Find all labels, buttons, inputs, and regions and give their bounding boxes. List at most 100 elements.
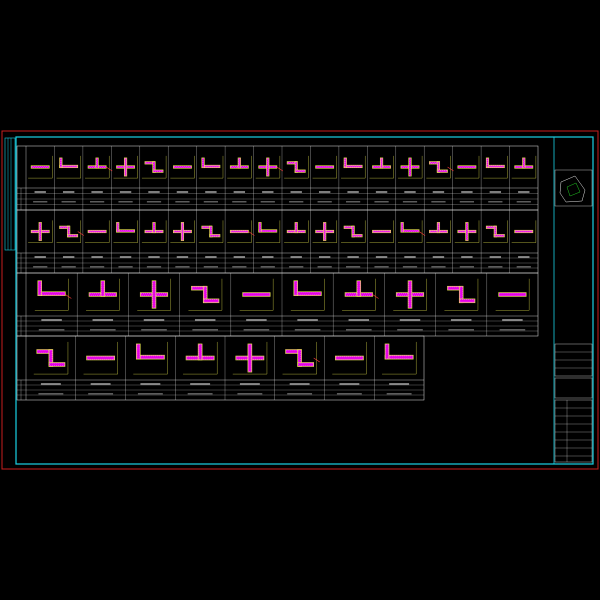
section-concrete-fill <box>152 169 164 173</box>
section-concrete-fill <box>37 280 42 296</box>
section-spec-mark <box>237 393 263 395</box>
section-concrete-fill <box>297 362 315 367</box>
section-concrete-fill <box>86 355 116 361</box>
section-label-mark <box>399 319 421 321</box>
section-spec-mark <box>459 266 474 268</box>
section-label-mark <box>461 256 473 258</box>
section-concrete-fill <box>323 222 327 241</box>
section-label-mark <box>233 256 246 258</box>
section-label-mark <box>339 383 360 385</box>
section-concrete-fill <box>379 157 384 169</box>
section-concrete-fill <box>407 280 413 309</box>
section-label-mark <box>489 256 502 258</box>
section-label-mark <box>239 383 260 385</box>
section-concrete-fill <box>67 234 79 238</box>
section-concrete-fill <box>202 298 220 304</box>
section-label-mark <box>140 383 161 385</box>
section-concrete-fill <box>384 343 390 360</box>
section-spec-mark <box>289 201 304 203</box>
section-concrete-fill <box>315 165 335 169</box>
section-concrete-fill <box>493 234 505 238</box>
section-label-mark <box>262 191 274 193</box>
section-label-mark <box>143 319 165 321</box>
section-label-mark <box>205 191 217 193</box>
section-label-mark <box>148 191 160 193</box>
section-spec-mark <box>175 266 190 268</box>
section-concrete-fill <box>498 292 527 297</box>
section-spec-mark <box>488 266 503 268</box>
section-concrete-fill <box>123 157 128 177</box>
section-spec-mark <box>187 393 213 395</box>
section-spec-mark <box>402 266 418 268</box>
section-spec-mark <box>346 329 372 331</box>
section-spec-mark <box>38 329 65 331</box>
section-label-mark <box>62 191 75 193</box>
section-label-mark <box>34 256 46 258</box>
section-concrete-fill <box>408 157 412 177</box>
section-label-mark <box>290 256 302 258</box>
section-spec-mark <box>488 201 503 203</box>
section-label-mark <box>41 319 62 321</box>
section-spec-mark <box>141 329 167 331</box>
section-label-mark <box>489 191 502 193</box>
section-concrete-fill <box>209 234 221 238</box>
section-spec-mark <box>38 393 64 395</box>
section-concrete-fill <box>100 280 106 297</box>
section-spec-mark <box>203 201 218 203</box>
section-concrete-fill <box>258 222 262 233</box>
section-concrete-fill <box>334 355 364 361</box>
section-spec-mark <box>175 201 190 203</box>
section-label-mark <box>194 319 216 321</box>
section-spec-mark <box>374 201 389 203</box>
section-spec-mark <box>192 329 218 331</box>
section-concrete-fill <box>436 169 448 173</box>
section-spec-mark <box>336 393 362 395</box>
section-concrete-fill <box>135 343 141 360</box>
section-concrete-fill <box>294 169 306 173</box>
section-label-mark <box>289 383 310 385</box>
section-label-mark <box>190 383 211 385</box>
section-label-mark <box>205 256 217 258</box>
section-spec-mark <box>118 266 133 268</box>
section-label-mark <box>62 256 75 258</box>
section-spec-mark <box>431 201 446 203</box>
section-concrete-fill <box>87 229 107 234</box>
section-spec-mark <box>90 266 105 268</box>
section-label-mark <box>347 191 359 193</box>
section-label-mark <box>518 191 530 193</box>
section-concrete-fill <box>38 222 42 241</box>
section-spec-mark <box>90 201 105 203</box>
section-concrete-fill <box>514 229 534 234</box>
section-label-mark <box>90 383 111 385</box>
section-spec-mark <box>203 266 218 268</box>
section-concrete-fill <box>151 280 157 309</box>
section-label-mark <box>389 383 410 385</box>
section-label-mark <box>92 319 114 321</box>
section-concrete-fill <box>247 343 253 373</box>
section-spec-mark <box>386 393 412 395</box>
section-concrete-fill <box>372 229 391 234</box>
section-spec-mark <box>317 266 332 268</box>
section-label-mark <box>432 191 445 193</box>
section-spec-mark <box>346 266 361 268</box>
section-concrete-fill <box>173 165 192 169</box>
section-spec-mark <box>232 266 247 268</box>
cad-drawing-sheet <box>0 0 600 600</box>
section-spec-mark <box>346 201 361 203</box>
section-label-mark <box>119 256 132 258</box>
section-spec-mark <box>232 201 247 203</box>
section-concrete-fill <box>229 229 249 234</box>
section-label-mark <box>262 256 274 258</box>
section-label-mark <box>176 256 189 258</box>
section-label-mark <box>318 191 331 193</box>
section-spec-mark <box>516 266 531 268</box>
section-concrete-fill <box>436 222 441 234</box>
section-spec-mark <box>294 329 321 331</box>
section-spec-mark <box>146 201 162 203</box>
section-concrete-fill <box>116 222 120 233</box>
section-concrete-fill <box>356 280 362 297</box>
section-label-mark <box>34 191 46 193</box>
section-spec-mark <box>448 329 474 331</box>
section-spec-mark <box>459 201 474 203</box>
section-concrete-fill <box>293 280 298 296</box>
